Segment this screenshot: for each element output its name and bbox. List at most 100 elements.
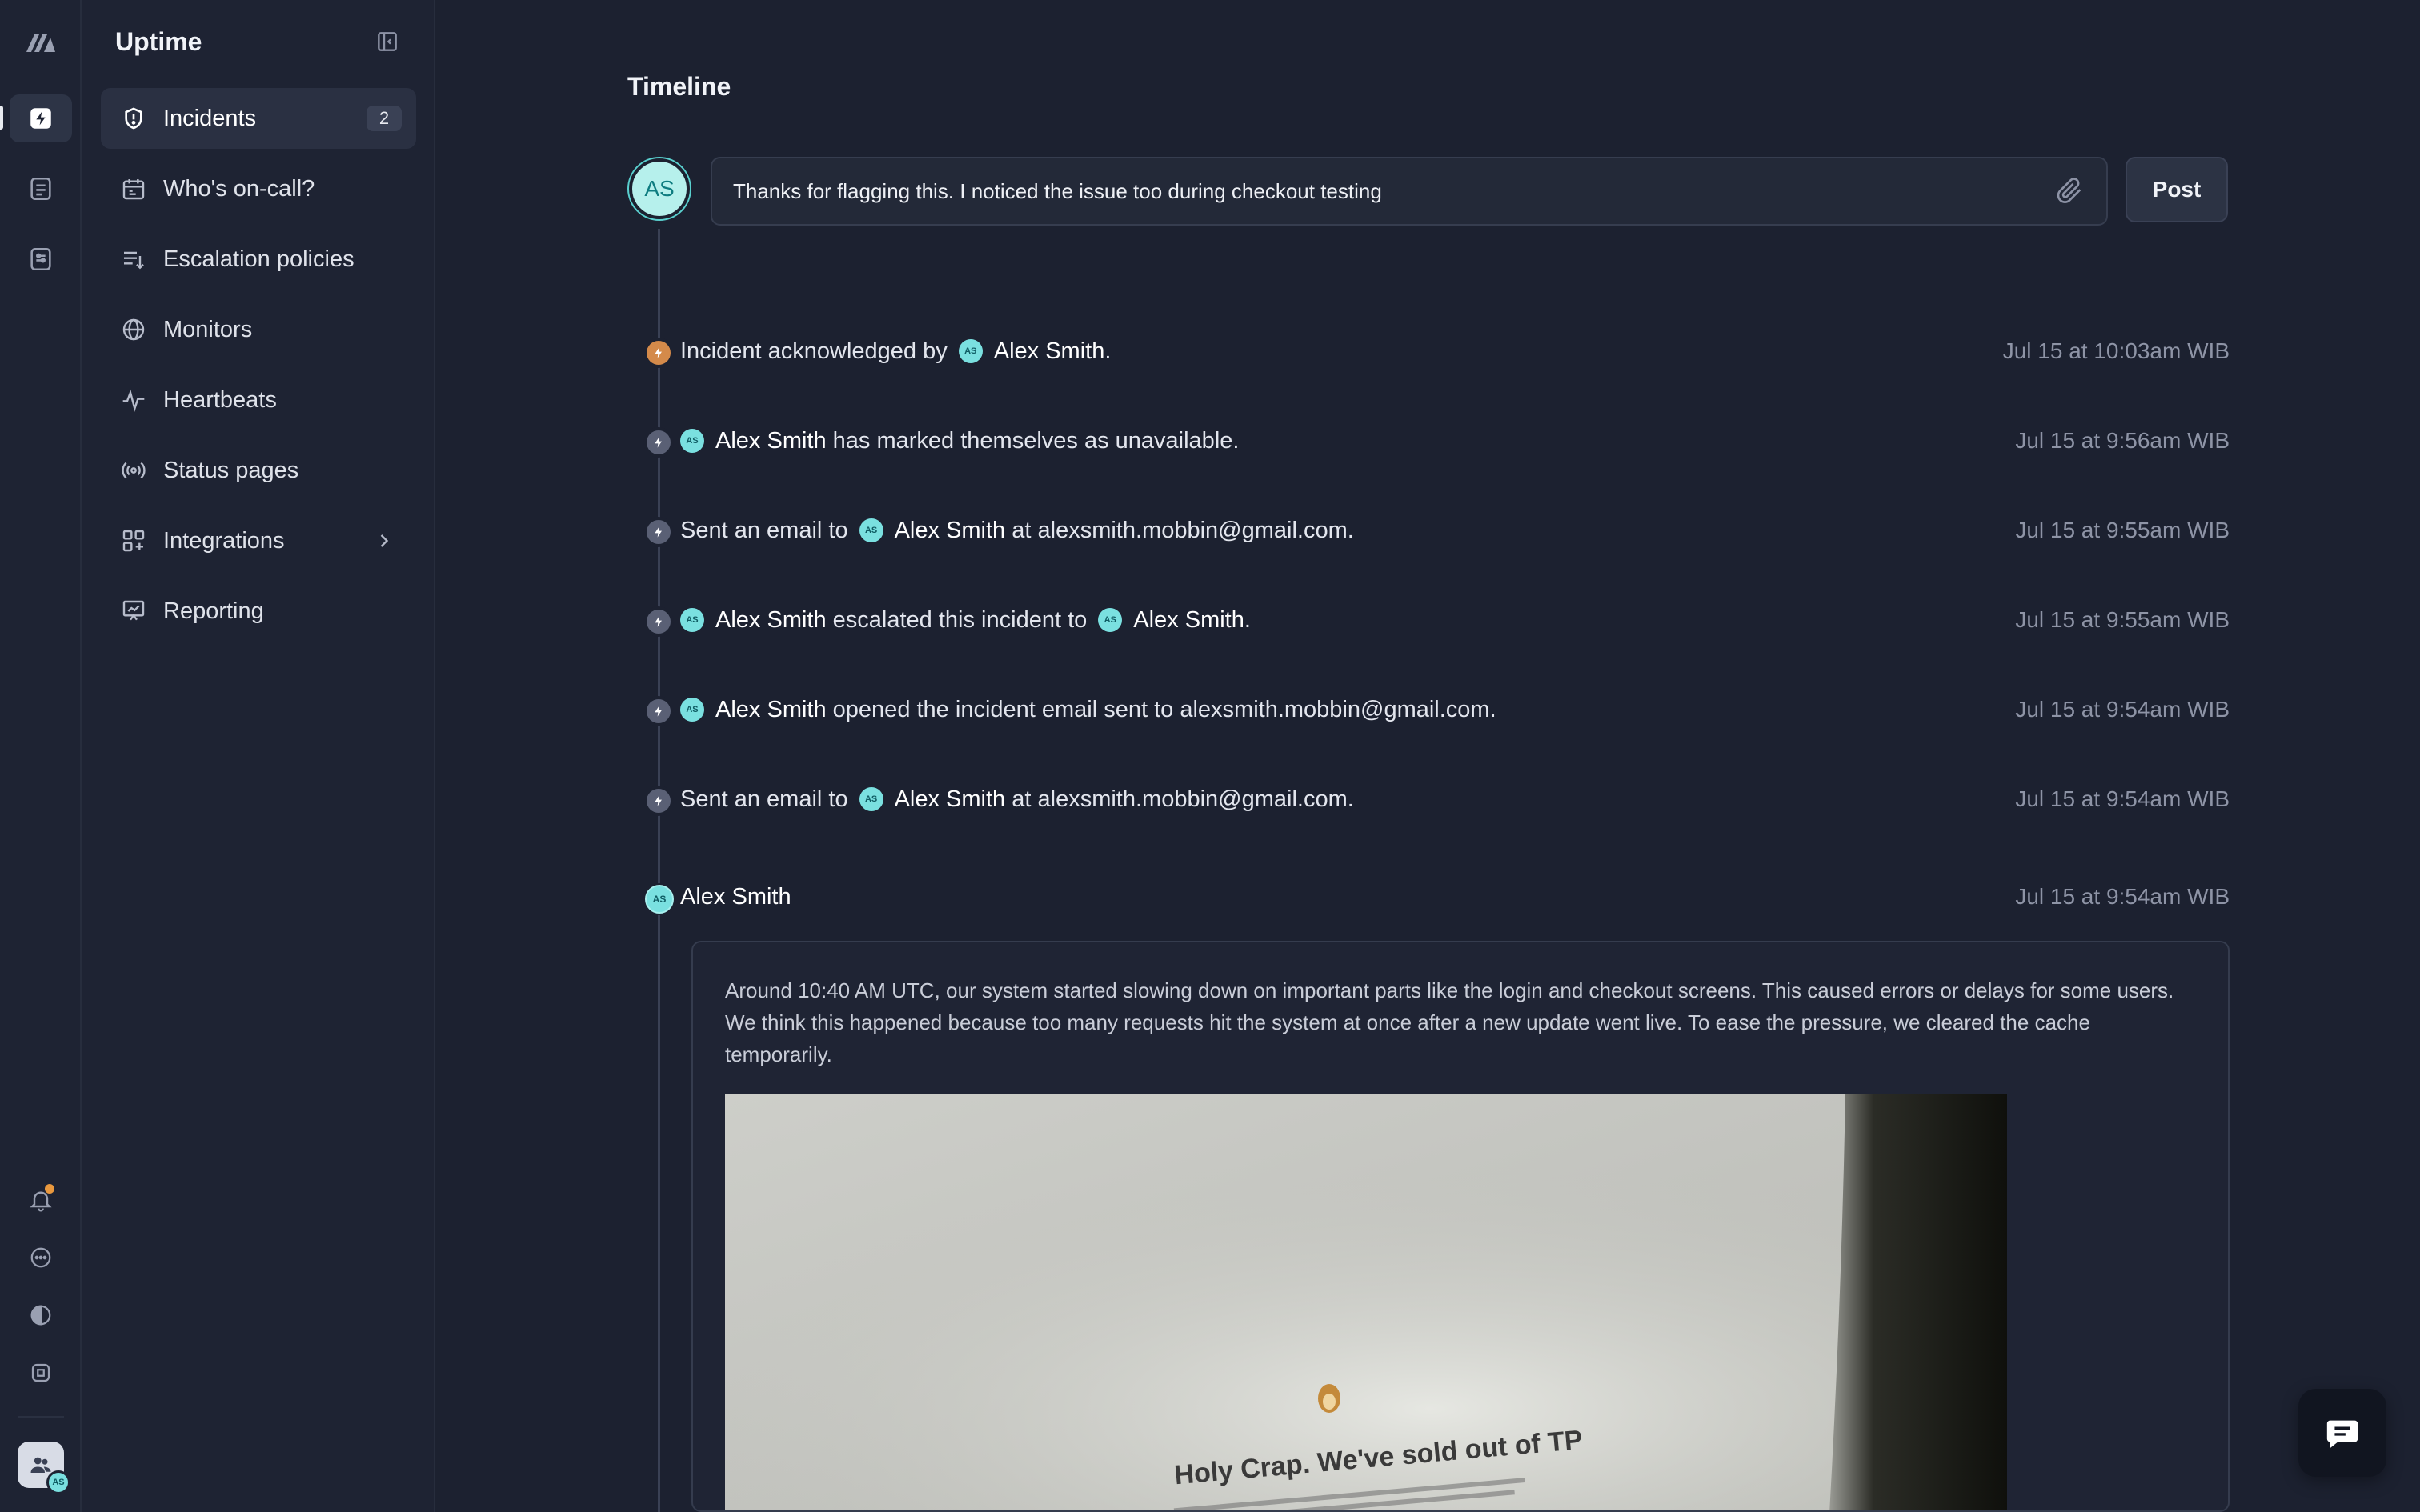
- list-down-icon: [118, 244, 149, 274]
- rail-incidents-icon[interactable]: [10, 94, 72, 142]
- sidebar-item-label: Heartbeats: [163, 386, 277, 413]
- event-bolt-icon: [643, 696, 674, 726]
- team-avatar[interactable]: AS: [18, 1442, 70, 1494]
- event-time: Jul 15 at 10:03am WIB: [2002, 338, 2230, 363]
- sidebar-item-heartbeats[interactable]: Heartbeats: [101, 370, 416, 430]
- event-pre-text: Sent an email to: [680, 786, 848, 812]
- event-text: Incident acknowledged by AS Alex Smith.: [680, 338, 1111, 365]
- presentation-chart-icon: [118, 596, 149, 626]
- event-user-name[interactable]: Alex Smith: [994, 338, 1105, 365]
- timeline-event: AS Alex Smith escalated this incident to…: [643, 600, 2230, 640]
- chat-support-button[interactable]: [2298, 1389, 2386, 1477]
- event-time: Jul 15 at 9:54am WIB: [2015, 697, 2230, 722]
- tp-logo-icon: [1318, 1384, 1340, 1413]
- rail-divider: [18, 1416, 64, 1418]
- collapse-sidebar-icon[interactable]: [375, 29, 400, 54]
- comment-author-name[interactable]: Alex Smith: [680, 884, 791, 910]
- sidebar-item-label: Monitors: [163, 316, 253, 342]
- user-mini-avatar: AS: [958, 339, 983, 363]
- sidebar-item-on-call[interactable]: Who's on-call?: [101, 158, 416, 219]
- event-time: Jul 15 at 9:54am WIB: [2015, 786, 2230, 811]
- event-user-name[interactable]: Alex Smith: [715, 428, 827, 454]
- paperclip-icon[interactable]: [2053, 174, 2087, 208]
- event-text: Sent an email to AS Alex Smith at alexsm…: [680, 786, 1354, 813]
- sidebar-item-label: Integrations: [163, 527, 285, 554]
- event-time: Jul 15 at 9:55am WIB: [2015, 607, 2230, 632]
- main-content: Timeline AS Post Incident acknowledged b…: [437, 0, 2420, 1512]
- sidebar-item-label: Status pages: [163, 457, 299, 483]
- comment-author-avatar: AS: [643, 883, 675, 915]
- comment-card: Around 10:40 AM UTC, our system started …: [691, 941, 2230, 1512]
- event-user-name[interactable]: Alex Smith: [715, 697, 827, 723]
- sidebar: Uptime Incidents 2 Who's on-call? Escala…: [82, 0, 435, 1512]
- event-pre-text: Incident acknowledged by: [680, 338, 948, 364]
- broadcast-icon: [118, 455, 149, 486]
- chat-bubble-icon[interactable]: [10, 1234, 72, 1282]
- event-pre-text: Sent an email to: [680, 517, 848, 543]
- app-title: Uptime: [115, 27, 202, 56]
- sidebar-item-label: Escalation policies: [163, 246, 355, 272]
- sidebar-item-reporting[interactable]: Reporting: [101, 581, 416, 642]
- event-bolt-icon: [643, 606, 674, 637]
- event-post-text: at alexsmith.mobbin@gmail.com.: [1012, 517, 1354, 543]
- sidebar-item-label: Who's on-call?: [163, 175, 315, 202]
- event-user-name[interactable]: Alex Smith: [1133, 607, 1244, 634]
- event-time: Jul 15 at 9:56am WIB: [2015, 428, 2230, 453]
- logo-icon[interactable]: [10, 18, 72, 66]
- comment-attachment-image[interactable]: Holy Crap. We've sold out of TP: [725, 1094, 2007, 1510]
- globe-icon: [118, 314, 149, 345]
- user-mini-avatar: AS: [859, 787, 883, 811]
- comment-header: AS Alex Smith Jul 15 at 9:54am WIB: [643, 877, 2230, 917]
- timeline-event: Incident acknowledged by AS Alex Smith. …: [643, 331, 2230, 371]
- sidebar-item-incidents[interactable]: Incidents 2: [101, 88, 416, 149]
- timeline-event: Sent an email to AS Alex Smith at alexsm…: [643, 510, 2230, 550]
- event-bolt-icon: [643, 427, 674, 458]
- user-mini-avatar: AS: [680, 698, 704, 722]
- event-bolt-icon: [643, 338, 674, 368]
- event-user-name[interactable]: Alex Smith: [715, 607, 827, 634]
- notifications-bell-icon[interactable]: [10, 1176, 72, 1224]
- event-bolt-icon: [643, 786, 674, 816]
- comment-time: Jul 15 at 9:54am WIB: [2015, 884, 2230, 909]
- active-marker: [0, 106, 3, 130]
- user-mini-avatar: AS: [1098, 608, 1123, 632]
- event-bolt-icon: [643, 517, 674, 547]
- post-button[interactable]: Post: [2126, 157, 2228, 222]
- user-mini-avatar: AS: [859, 518, 883, 542]
- comment-author: Alex Smith: [680, 884, 791, 910]
- event-time: Jul 15 at 9:55am WIB: [2015, 518, 2230, 542]
- event-text: AS Alex Smith has marked themselves as u…: [680, 428, 1239, 454]
- event-post-text: opened the incident email sent to alexsm…: [832, 696, 1496, 722]
- timeline-title: Timeline: [627, 72, 731, 101]
- timeline-event: Sent an email to AS Alex Smith at alexsm…: [643, 779, 2230, 819]
- event-text: Sent an email to AS Alex Smith at alexsm…: [680, 518, 1354, 544]
- sidebar-item-monitors[interactable]: Monitors: [101, 299, 416, 360]
- event-text: AS Alex Smith escalated this incident to…: [680, 607, 1251, 634]
- timeline-event: AS Alex Smith has marked themselves as u…: [643, 421, 2230, 461]
- event-user-name[interactable]: Alex Smith: [895, 518, 1006, 544]
- rail-checklist-icon[interactable]: [10, 165, 72, 213]
- sidebar-item-integrations[interactable]: Integrations: [101, 510, 416, 571]
- user-mini-avatar: AS: [680, 429, 704, 453]
- sidebar-nav: Incidents 2 Who's on-call? Escalation po…: [101, 88, 416, 651]
- timeline-event: AS Alex Smith opened the incident email …: [643, 690, 2230, 730]
- comment-text: Around 10:40 AM UTC, our system started …: [725, 978, 2174, 1066]
- author-initials: AS: [645, 885, 674, 914]
- rail-settings-list-icon[interactable]: [10, 235, 72, 283]
- chat-message-icon: [2326, 1420, 2358, 1449]
- comment-input[interactable]: [711, 157, 2108, 226]
- notification-dot: [45, 1184, 54, 1194]
- sidebar-item-label: Incidents: [163, 105, 257, 131]
- theme-toggle-icon[interactable]: [10, 1291, 72, 1339]
- user-mini-avatar: AS: [46, 1470, 70, 1494]
- event-post-text: .: [1244, 606, 1251, 633]
- event-post-text: has marked themselves as unavailable.: [832, 427, 1240, 454]
- command-icon[interactable]: [10, 1349, 72, 1397]
- icon-rail: AS: [0, 0, 82, 1512]
- chevron-right-icon: [373, 530, 395, 558]
- event-post-text: at alexsmith.mobbin@gmail.com.: [1012, 786, 1354, 812]
- sidebar-item-status-pages[interactable]: Status pages: [101, 440, 416, 501]
- sidebar-item-escalation-policies[interactable]: Escalation policies: [101, 229, 416, 290]
- event-user-name[interactable]: Alex Smith: [895, 786, 1006, 813]
- shield-alert-icon: [118, 103, 149, 134]
